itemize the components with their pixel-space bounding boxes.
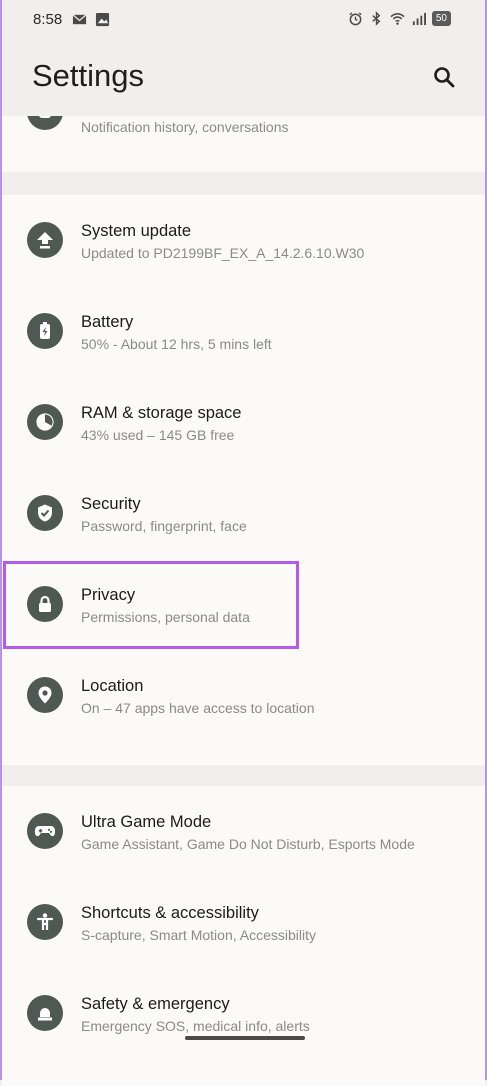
search-button[interactable] — [429, 62, 459, 92]
accessibility-icon — [27, 904, 63, 940]
row-subtitle: Permissions, personal data — [81, 609, 250, 625]
gesture-nav-handle[interactable] — [185, 1036, 305, 1040]
battery-icon — [27, 313, 63, 349]
row-subtitle: Password, fingerprint, face — [81, 518, 247, 534]
status-time: 8:58 — [33, 11, 63, 28]
notifications-item-partial[interactable]: Notification history, conversations — [2, 116, 485, 172]
row-title: RAM & storage space — [81, 404, 242, 422]
shield-icon — [27, 495, 63, 531]
row-subtitle: 50% - About 12 hrs, 5 mins left — [81, 336, 272, 352]
lock-icon — [27, 586, 63, 622]
row-title: Battery — [81, 313, 134, 331]
row-title: Safety & emergency — [81, 995, 230, 1013]
battery-indicator: 50 — [431, 11, 451, 26]
app-bar: Settings — [2, 40, 485, 116]
status-bar: 8:58 50 — [2, 0, 485, 40]
list-item-security[interactable]: Security Password, fingerprint, face — [2, 468, 485, 559]
storage-pie-icon — [27, 404, 63, 440]
settings-group-device: System update Updated to PD2199BF_EX_A_1… — [2, 195, 485, 765]
list-item-privacy[interactable]: Privacy Permissions, personal data — [2, 559, 485, 650]
row-title: System update — [81, 222, 192, 240]
row-subtitle: S-capture, Smart Motion, Accessibility — [81, 927, 316, 943]
list-item-ram-storage[interactable]: RAM & storage space 43% used – 145 GB fr… — [2, 377, 485, 468]
status-left-icons — [72, 12, 110, 27]
image-icon — [95, 12, 110, 27]
emergency-icon — [27, 995, 63, 1031]
bluetooth-icon — [372, 11, 381, 26]
signal-icon — [412, 12, 426, 26]
settings-list[interactable]: Notification history, conversations Syst… — [2, 116, 485, 1086]
row-subtitle: On – 47 apps have access to location — [81, 700, 315, 716]
row-subtitle: Emergency SOS, medical info, alerts — [81, 1018, 310, 1034]
row-title: Shortcuts & accessibility — [81, 904, 259, 922]
alarm-icon — [349, 12, 362, 26]
system-update-icon — [27, 222, 63, 258]
mail-icon — [72, 14, 87, 25]
row-title: Location — [81, 677, 144, 695]
list-item-system-update[interactable]: System update Updated to PD2199BF_EX_A_1… — [2, 195, 485, 286]
gamepad-icon — [27, 813, 63, 849]
list-item-safety-emergency[interactable]: Safety & emergency Emergency SOS, medica… — [2, 968, 485, 1059]
row-subtitle: 43% used – 145 GB free — [81, 427, 235, 443]
row-title: Privacy — [81, 586, 136, 604]
status-right-icons: 50 — [348, 11, 451, 26]
row-title: Security — [81, 495, 141, 513]
wifi-icon — [390, 13, 405, 25]
settings-group-features: Ultra Game Mode Game Assistant, Game Do … — [2, 786, 485, 1086]
notifications-icon — [27, 116, 63, 130]
search-icon — [434, 67, 455, 88]
location-pin-icon — [27, 677, 63, 713]
list-item-shortcuts-accessibility[interactable]: Shortcuts & accessibility S-capture, Sma… — [2, 877, 485, 968]
page-title: Settings — [32, 58, 145, 93]
list-item-battery[interactable]: Battery 50% - About 12 hrs, 5 mins left — [2, 286, 485, 377]
list-item-ultra-game-mode[interactable]: Ultra Game Mode Game Assistant, Game Do … — [2, 786, 485, 877]
row-subtitle: Updated to PD2199BF_EX_A_14.2.6.10.W30 — [81, 245, 365, 261]
row-title: Ultra Game Mode — [81, 813, 212, 831]
list-item-location[interactable]: Location On – 47 apps have access to loc… — [2, 650, 485, 741]
row-subtitle: Notification history, conversations — [81, 119, 289, 135]
row-subtitle: Game Assistant, Game Do Not Disturb, Esp… — [81, 836, 415, 852]
